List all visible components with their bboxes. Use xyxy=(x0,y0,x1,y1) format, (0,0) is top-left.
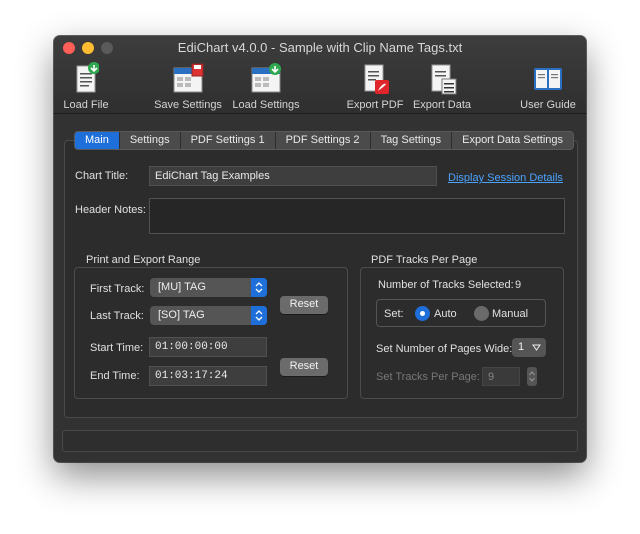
tab-bar: Main Settings PDF Settings 1 PDF Setting… xyxy=(74,131,574,150)
title-toolbar: EdiChart v4.0.0 - Sample with Clip Name … xyxy=(54,36,586,114)
chart-title-field[interactable]: EdiChart Tag Examples xyxy=(149,166,437,186)
reset-tracks-button[interactable]: Reset xyxy=(280,296,328,314)
auto-label: Auto xyxy=(434,308,457,320)
tracks-selected-value: 9 xyxy=(515,279,522,291)
tracks-selected-label: Number of Tracks Selected: xyxy=(378,279,514,291)
tab-pdf-settings-1[interactable]: PDF Settings 1 xyxy=(180,132,276,149)
tracks-per-page-label: Set Tracks Per Page: xyxy=(376,371,480,383)
chevron-down-icon xyxy=(532,344,541,351)
first-track-label: First Track: xyxy=(90,283,145,295)
tracks-per-page-stepper-icon[interactable] xyxy=(527,367,537,386)
app-window: EdiChart v4.0.0 - Sample with Clip Name … xyxy=(54,36,586,462)
last-track-select[interactable]: [SO] TAG xyxy=(150,306,267,325)
load-settings-button[interactable]: Load Settings xyxy=(228,62,304,111)
pages-wide-select[interactable]: 1 xyxy=(512,338,546,357)
first-track-stepper-icon xyxy=(251,278,267,297)
last-track-stepper-icon xyxy=(251,306,267,325)
end-time-field[interactable]: 01:03:17:24 xyxy=(149,366,267,386)
pdf-tracks-title: PDF Tracks Per Page xyxy=(371,254,478,266)
header-notes-field[interactable] xyxy=(149,198,565,234)
export-pdf-button[interactable]: Export PDF xyxy=(344,62,406,111)
end-time-label: End Time: xyxy=(90,370,140,382)
tab-settings[interactable]: Settings xyxy=(119,132,181,149)
load-file-icon xyxy=(76,62,99,93)
load-file-button[interactable]: Load File xyxy=(62,62,110,111)
export-pdf-icon xyxy=(364,64,389,94)
export-data-label: Export Data xyxy=(412,99,472,111)
load-file-label: Load File xyxy=(63,99,109,111)
save-settings-icon xyxy=(173,63,204,93)
manual-radio[interactable] xyxy=(474,306,489,321)
tab-export-data-settings[interactable]: Export Data Settings xyxy=(452,132,573,149)
last-track-label: Last Track: xyxy=(90,310,144,322)
first-track-select[interactable]: [MU] TAG xyxy=(150,278,267,297)
status-bar xyxy=(62,430,578,452)
save-settings-button[interactable]: Save Settings xyxy=(150,62,226,111)
reset-times-button[interactable]: Reset xyxy=(280,358,328,376)
user-guide-label: User Guide xyxy=(520,99,576,111)
print-export-range-title: Print and Export Range xyxy=(86,254,201,266)
tab-pdf-settings-2[interactable]: PDF Settings 2 xyxy=(275,132,371,149)
set-label: Set: xyxy=(384,308,404,320)
header-notes-label: Header Notes: xyxy=(75,204,146,216)
display-session-details-link[interactable]: Display Session Details xyxy=(448,172,563,184)
user-guide-button[interactable]: User Guide xyxy=(516,62,580,111)
pages-wide-value: 1 xyxy=(518,341,525,353)
first-track-value: [MU] TAG xyxy=(158,281,206,293)
tracks-per-page-field[interactable]: 9 xyxy=(482,367,520,386)
manual-label: Manual xyxy=(492,308,529,320)
auto-radio[interactable] xyxy=(415,306,430,321)
pages-wide-label: Set Number of Pages Wide: xyxy=(376,343,513,355)
export-data-icon xyxy=(431,64,457,95)
tab-main[interactable]: Main xyxy=(75,132,120,149)
chart-title-label: Chart Title: xyxy=(75,170,129,182)
tab-tag-settings[interactable]: Tag Settings xyxy=(370,132,453,149)
start-time-label: Start Time: xyxy=(90,342,144,354)
save-settings-label: Save Settings xyxy=(154,99,222,111)
load-settings-label: Load Settings xyxy=(232,99,300,111)
start-time-field[interactable]: 01:00:00:00 xyxy=(149,337,267,357)
export-pdf-label: Export PDF xyxy=(346,99,404,111)
last-track-value: [SO] TAG xyxy=(158,309,205,321)
export-data-button[interactable]: Export Data xyxy=(410,62,474,111)
user-guide-icon xyxy=(534,68,562,90)
load-settings-icon xyxy=(251,63,281,93)
window-title: EdiChart v4.0.0 - Sample with Clip Name … xyxy=(177,40,463,55)
